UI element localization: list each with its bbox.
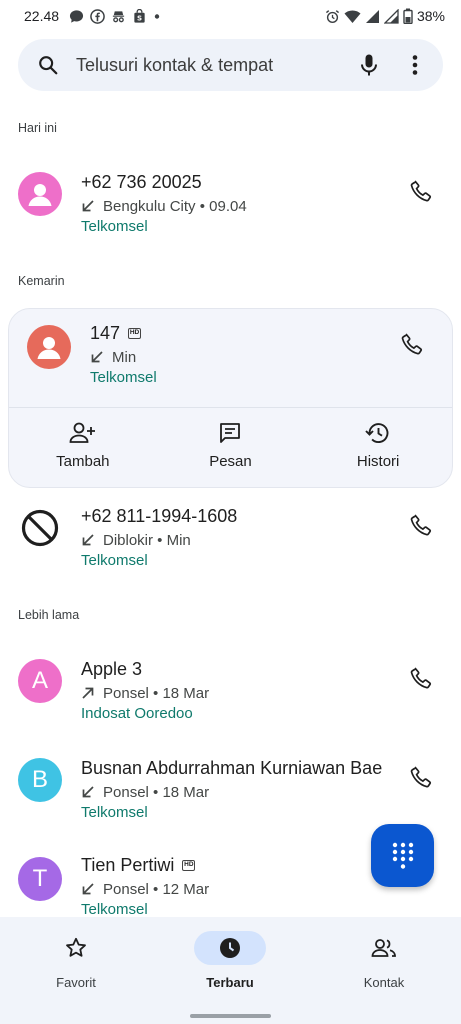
people-icon <box>371 939 396 957</box>
status-bar: 22.48 S 38% <box>0 0 461 32</box>
call-log-row[interactable]: A Apple 3 Ponsel • 18 Mar Indosat Ooredo… <box>0 657 461 747</box>
shopping-bag-icon: S <box>134 8 145 22</box>
more-options-icon[interactable] <box>403 53 427 77</box>
contact-name: 147 <box>90 322 121 343</box>
contact-name: +62 811-1994-1608 <box>81 505 238 526</box>
person-icon <box>28 184 52 206</box>
incognito-icon <box>112 10 125 22</box>
section-label-yesterday: Kemarin <box>18 274 65 288</box>
avatar[interactable]: T <box>18 857 62 901</box>
history-icon <box>365 423 389 444</box>
battery-icon <box>403 8 413 24</box>
phone-icon <box>410 667 432 689</box>
bottom-navigation: Favorit Terbaru Kontak <box>0 917 461 1024</box>
search-icon <box>36 53 60 77</box>
avatar[interactable] <box>27 325 71 369</box>
signal-secondary-icon <box>383 8 399 24</box>
star-icon <box>66 937 86 957</box>
alarm-icon <box>325 9 340 23</box>
call-detail: Ponsel • 18 Mar <box>103 684 210 702</box>
carrier-label: Telkomsel <box>81 804 148 821</box>
call-detail: Diblokir • Min <box>103 531 191 549</box>
signal-icon <box>365 9 379 23</box>
carrier-label: Telkomsel <box>81 901 148 917</box>
hd-call-icon: HD <box>128 327 142 339</box>
avatar[interactable]: A <box>18 659 62 703</box>
avatar-letter: B <box>31 766 48 793</box>
more-notifications-icon <box>154 13 160 19</box>
incoming-call-arrow-icon <box>82 786 94 798</box>
nav-recents[interactable]: Terbaru <box>175 931 285 990</box>
incoming-call-arrow-icon <box>82 200 94 212</box>
history-label: Histori <box>356 453 400 470</box>
phone-icon <box>410 514 432 536</box>
incoming-call-arrow-icon <box>82 883 94 895</box>
section-label-today: Hari ini <box>18 121 57 135</box>
avatar-letter: A <box>31 667 48 694</box>
search-bar[interactable]: Telusuri kontak & tempat <box>18 39 443 91</box>
nav-favorites-label: Favorit <box>56 975 96 990</box>
block-icon <box>21 509 59 547</box>
call-button[interactable] <box>397 329 427 359</box>
phone-icon <box>401 333 423 355</box>
add-person-icon <box>69 422 95 443</box>
contact-name: Apple 3 <box>81 658 143 679</box>
message-label: Pesan <box>209 453 252 470</box>
contact-name: Tien Pertiwi <box>81 854 175 875</box>
carrier-label: Telkomsel <box>81 552 148 569</box>
expanded-call-card[interactable]: 147 HD Min Telkomsel Tambah Pesan Histor… <box>8 308 453 488</box>
incoming-call-arrow-icon <box>91 351 103 363</box>
chat-notification-icon <box>69 9 84 23</box>
nav-recents-label: Terbaru <box>206 975 254 990</box>
contact-name: Busnan Abdurrahman Kurniawan Bae <box>81 757 383 778</box>
call-button[interactable] <box>406 663 436 693</box>
call-detail: Ponsel • 18 Mar <box>103 783 210 801</box>
carrier-label: Indosat Ooredoo <box>81 705 193 722</box>
call-detail: Ponsel • 12 Mar <box>103 880 210 898</box>
avatar[interactable] <box>18 172 62 216</box>
call-log-row[interactable]: +62 736 20025 Bengkulu City • 09.04 Telk… <box>0 170 461 260</box>
message-button[interactable]: Pesan <box>170 421 290 470</box>
nav-contacts[interactable]: Kontak <box>329 931 439 990</box>
wifi-icon <box>344 10 361 23</box>
microphone-icon[interactable] <box>357 53 381 77</box>
add-contact-label: Tambah <box>56 453 110 470</box>
nav-contacts-label: Kontak <box>363 975 405 990</box>
blocked-avatar[interactable] <box>18 506 62 550</box>
outgoing-call-arrow-icon <box>82 687 94 699</box>
clock-icon <box>220 938 240 958</box>
dialpad-icon <box>392 842 413 869</box>
phone-icon <box>410 180 432 202</box>
carrier-label: Telkomsel <box>90 369 157 386</box>
battery-percent: 38% <box>416 8 445 24</box>
status-time: 22.48 <box>24 8 60 24</box>
home-indicator[interactable] <box>190 1014 271 1018</box>
hd-call-icon: HD <box>182 859 196 871</box>
call-detail: Min <box>112 348 137 366</box>
call-detail: Bengkulu City • 09.04 <box>103 197 247 215</box>
person-icon <box>37 337 61 359</box>
card-divider <box>9 407 452 408</box>
history-button[interactable]: Histori <box>318 421 438 470</box>
phone-icon <box>410 766 432 788</box>
facebook-icon <box>90 8 105 24</box>
avatar[interactable]: B <box>18 758 62 802</box>
carrier-label: Telkomsel <box>81 218 148 235</box>
svg-text:S: S <box>137 13 142 22</box>
call-button[interactable] <box>406 176 436 206</box>
call-log-row[interactable]: +62 811-1994-1608 Diblokir • Min Telkoms… <box>0 504 461 594</box>
incoming-call-arrow-icon <box>82 534 94 546</box>
search-input[interactable]: Telusuri kontak & tempat <box>76 55 357 76</box>
section-label-older: Lebih lama <box>18 608 80 622</box>
call-button[interactable] <box>406 510 436 540</box>
message-icon <box>220 423 241 443</box>
dialpad-button[interactable] <box>371 824 434 887</box>
contact-name: +62 736 20025 <box>81 171 202 192</box>
call-button[interactable] <box>406 762 436 792</box>
nav-favorites[interactable]: Favorit <box>21 931 131 990</box>
avatar-letter: T <box>32 865 48 892</box>
add-contact-button[interactable]: Tambah <box>23 421 143 470</box>
